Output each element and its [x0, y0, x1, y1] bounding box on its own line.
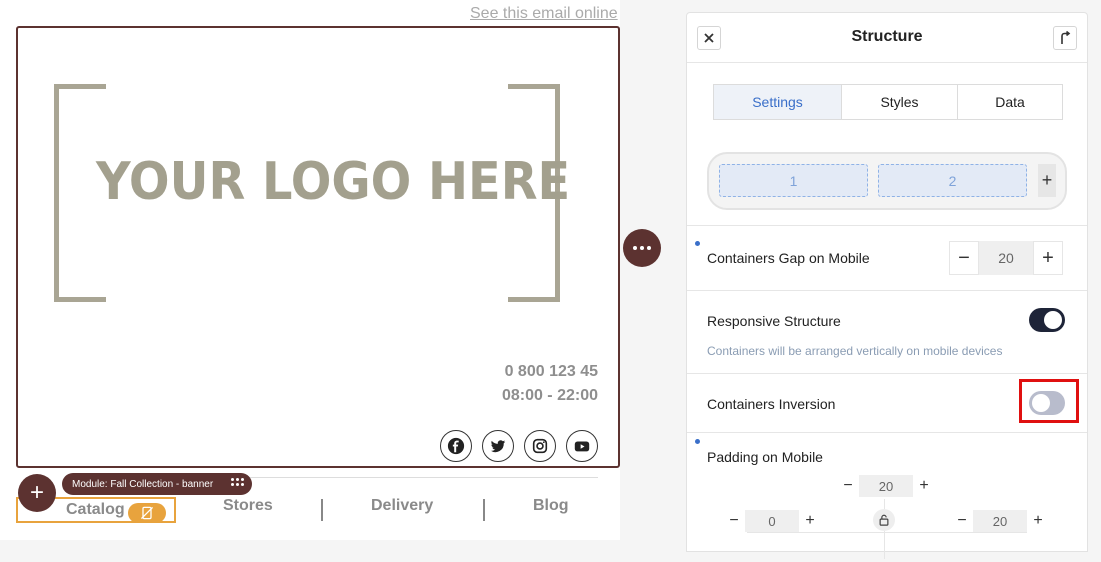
- padding-top-value[interactable]: 20: [859, 475, 913, 497]
- add-column-button[interactable]: +: [1038, 164, 1056, 197]
- module-label: Module: Fall Collection - banner: [72, 478, 214, 490]
- nav-label-catalog: Catalog: [66, 501, 125, 518]
- padding-row: Padding on Mobile: [687, 432, 1087, 562]
- nav-item-stores[interactable]: Stores: [223, 497, 273, 515]
- responsive-row: Responsive Structure Containers will be …: [687, 290, 1087, 374]
- nav-item-blog[interactable]: Blog: [533, 497, 569, 515]
- module-tag[interactable]: Module: Fall Collection - banner: [62, 473, 252, 495]
- working-hours: 08:00 - 22:00: [501, 387, 598, 404]
- nav-item-delivery[interactable]: Delivery: [371, 497, 433, 515]
- padding-label: Padding on Mobile: [707, 449, 823, 465]
- facebook-icon[interactable]: [440, 430, 472, 462]
- padding-top-decrement[interactable]: −: [837, 475, 859, 497]
- mobile-indicator-dot: [695, 439, 700, 444]
- instagram-icon[interactable]: [524, 430, 556, 462]
- structure-panel: Structure Settings Styles Data 1 2 + Con…: [686, 12, 1088, 559]
- move-up-icon[interactable]: [1053, 26, 1077, 50]
- contact-info: 0 800 123 45 08:00 - 22:00: [502, 360, 598, 408]
- panel-tabs: Settings Styles Data: [713, 84, 1063, 120]
- drag-handle-icon[interactable]: [231, 478, 244, 486]
- inversion-row: Containers Inversion: [687, 373, 1087, 433]
- nav-separator: [321, 499, 323, 521]
- column-1[interactable]: 1: [719, 164, 868, 197]
- social-links: [440, 430, 598, 462]
- logo-placeholder: YOUR LOGO HERE: [96, 152, 571, 212]
- padding-right-increment[interactable]: +: [1027, 510, 1049, 532]
- tab-settings[interactable]: Settings: [714, 85, 841, 119]
- tab-styles[interactable]: Styles: [841, 85, 957, 119]
- padding-left-increment[interactable]: +: [799, 510, 821, 532]
- structure-columns: 1 2 +: [707, 152, 1067, 210]
- padding-right-value[interactable]: 20: [973, 510, 1027, 532]
- gap-stepper: − 20 +: [949, 241, 1063, 275]
- editor-canvas: See this email online YOUR LOGO HERE 0 8…: [0, 0, 1101, 559]
- responsive-label: Responsive Structure: [707, 313, 841, 329]
- banner-module[interactable]: YOUR LOGO HERE 0 800 123 45 08:00 - 22:0…: [16, 26, 620, 468]
- tab-data[interactable]: Data: [957, 85, 1062, 119]
- column-2[interactable]: 2: [878, 164, 1027, 197]
- inversion-label: Containers Inversion: [707, 396, 836, 412]
- hidden-mobile-icon[interactable]: [128, 503, 166, 523]
- panel-header: Structure: [687, 13, 1087, 63]
- highlight-box: [1019, 379, 1079, 423]
- gap-increment-button[interactable]: +: [1033, 241, 1063, 275]
- add-module-button[interactable]: +: [18, 474, 56, 512]
- mobile-indicator-dot: [695, 241, 700, 246]
- footer-nav: Catalog Stores Delivery Blog: [16, 497, 596, 523]
- gap-value[interactable]: 20: [979, 241, 1033, 275]
- responsive-note: Containers will be arranged vertically o…: [707, 344, 1003, 358]
- gap-decrement-button[interactable]: −: [949, 241, 979, 275]
- more-options-button[interactable]: [623, 229, 661, 267]
- email-preview: See this email online YOUR LOGO HERE 0 8…: [0, 0, 620, 540]
- panel-title: Structure: [851, 28, 923, 45]
- padding-top-increment[interactable]: +: [913, 475, 935, 497]
- twitter-icon[interactable]: [482, 430, 514, 462]
- padding-left-value[interactable]: 0: [745, 510, 799, 532]
- responsive-toggle[interactable]: [1029, 308, 1065, 332]
- nav-separator: [483, 499, 485, 521]
- padding-left-stepper: − 0 +: [723, 510, 821, 532]
- youtube-icon[interactable]: [566, 430, 598, 462]
- gap-row: Containers Gap on Mobile − 20 +: [687, 225, 1087, 291]
- lock-icon[interactable]: [873, 509, 895, 531]
- phone-number: 0 800 123 45: [504, 363, 598, 380]
- padding-guide: [747, 532, 1027, 533]
- padding-left-decrement[interactable]: −: [723, 510, 745, 532]
- gap-label: Containers Gap on Mobile: [707, 250, 870, 266]
- padding-right-stepper: − 20 +: [951, 510, 1049, 532]
- padding-right-decrement[interactable]: −: [951, 510, 973, 532]
- padding-top-stepper: − 20 +: [837, 475, 935, 497]
- see-online-link[interactable]: See this email online: [470, 5, 618, 23]
